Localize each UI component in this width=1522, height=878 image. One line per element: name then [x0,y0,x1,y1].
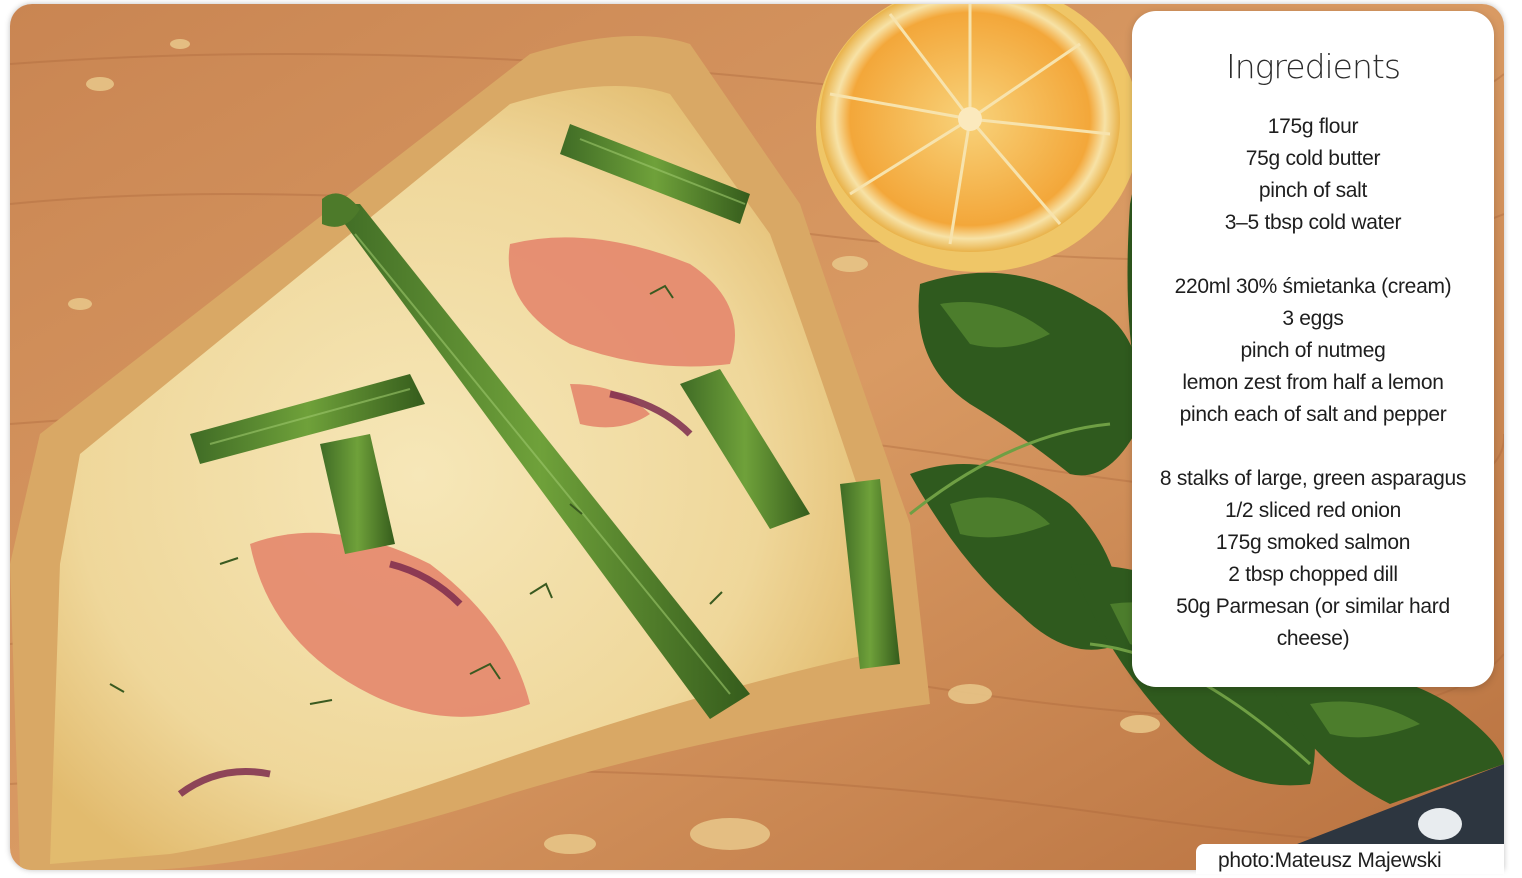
ingredient-item: pinch of salt [1258,179,1368,202]
ingredient-item: 1/2 sliced red onion [1224,499,1402,522]
ingredient-item: lemon zest from half a lemon [1182,371,1444,394]
ingredients-title: Ingredients [1225,47,1401,86]
ingredient-item: pinch each of salt and pepper [1179,403,1447,426]
pastry-ingredients: 175g flour 75g cold butter pinch of salt… [1132,111,1494,239]
topping-ingredients: 8 stalks of large, green asparagus 1/2 s… [1132,463,1494,655]
ingredients-card: Ingredients 175g flour 75g cold butter p… [1132,11,1494,687]
ingredient-item: 220ml 30% śmietanka (cream) [1174,275,1452,298]
filling-ingredients: 220ml 30% śmietanka (cream) 3 eggs pinch… [1132,271,1494,431]
ingredient-item: 3 eggs [1282,307,1344,330]
ingredient-item: 175g smoked salmon [1215,531,1411,554]
ingredient-item: 75g cold butter [1245,147,1381,170]
ingredient-item: 175g flour [1267,115,1359,138]
ingredient-item: 3–5 tbsp cold water [1224,211,1402,234]
ingredient-item: pinch of nutmeg [1240,339,1386,362]
ingredient-item: 2 tbsp chopped dill [1228,563,1398,586]
ingredient-item: 50g Parmesan (or similar hard cheese) [1176,595,1450,650]
ingredient-item: 8 stalks of large, green asparagus [1159,467,1467,490]
